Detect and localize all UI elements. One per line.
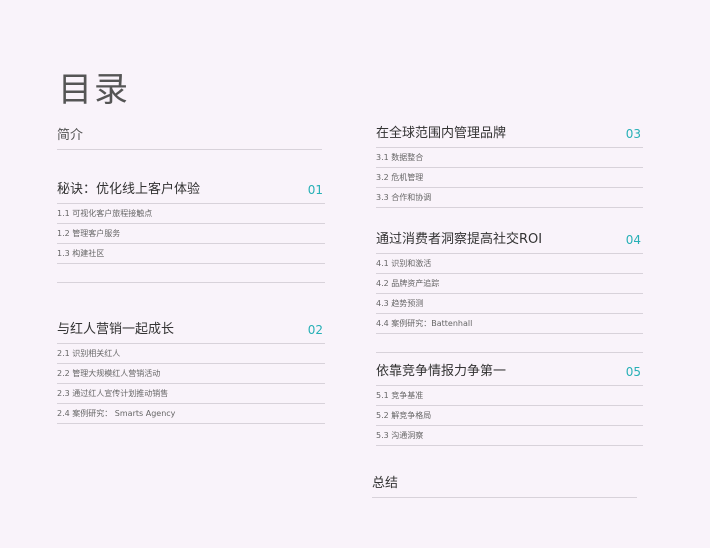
section-title: 通过消费者洞察提高社交ROI xyxy=(376,232,543,247)
toc-item[interactable]: 4.3 趋势预测 xyxy=(376,294,643,314)
toc-item[interactable]: 4.2 品牌资产追踪 xyxy=(376,274,643,294)
toc-item[interactable]: 1.1 可视化客户旅程接触点 xyxy=(57,204,325,224)
toc-item[interactable]: 5.2 解竞争格局 xyxy=(376,406,643,426)
toc-intro-title: 简介 xyxy=(57,128,84,143)
toc-item[interactable]: 4.1 识别和激活 xyxy=(376,254,643,274)
section-title: 秘诀：优化线上客户体验 xyxy=(57,182,201,197)
toc-summary[interactable]: 总结 xyxy=(372,472,637,498)
toc-item[interactable]: 3.3 合作和协调 xyxy=(376,188,643,208)
toc-section-03[interactable]: 在全球范围内管理品牌 03 3.1 数据整合 3.2 危机管理 3.3 合作和协… xyxy=(376,122,643,208)
toc-intro[interactable]: 简介 xyxy=(57,124,322,150)
page-title: 目录 xyxy=(58,70,130,110)
divider xyxy=(376,334,643,353)
divider xyxy=(57,264,325,283)
section-number: 05 xyxy=(625,365,641,379)
section-title: 依靠竞争情报力争第一 xyxy=(376,364,507,379)
section-title: 在全球范围内管理品牌 xyxy=(376,126,507,141)
section-number: 01 xyxy=(307,183,323,197)
toc-item[interactable]: 1.2 管理客户服务 xyxy=(57,224,325,244)
toc-item[interactable]: 4.4 案例研究：Battenhall xyxy=(376,314,643,334)
toc-item[interactable]: 2.4 案例研究： Smarts Agency xyxy=(57,404,325,424)
toc-item[interactable]: 2.2 管理大规模红人营销活动 xyxy=(57,364,325,384)
toc-item[interactable]: 3.1 数据整合 xyxy=(376,148,643,168)
section-number: 03 xyxy=(625,127,641,141)
toc-item[interactable]: 5.1 竞争基准 xyxy=(376,386,643,406)
section-title: 与红人营销一起成长 xyxy=(57,322,175,337)
section-number: 04 xyxy=(625,233,641,247)
toc-item[interactable]: 5.3 沟通洞察 xyxy=(376,426,643,446)
toc-item[interactable]: 2.3 通过红人宣传计划推动销售 xyxy=(57,384,325,404)
toc-item[interactable]: 2.1 识别相关红人 xyxy=(57,344,325,364)
toc-section-05[interactable]: 依靠竞争情报力争第一 05 5.1 竞争基准 5.2 解竞争格局 5.3 沟通洞… xyxy=(376,360,643,446)
toc-section-01[interactable]: 秘诀：优化线上客户体验 01 1.1 可视化客户旅程接触点 1.2 管理客户服务… xyxy=(57,178,325,283)
summary-title: 总结 xyxy=(372,476,399,491)
toc-section-04[interactable]: 通过消费者洞察提高社交ROI 04 4.1 识别和激活 4.2 品牌资产追踪 4… xyxy=(376,228,643,353)
toc-item[interactable]: 1.3 构建社区 xyxy=(57,244,325,264)
section-number: 02 xyxy=(307,323,323,337)
toc-item[interactable]: 3.2 危机管理 xyxy=(376,168,643,188)
toc-section-02[interactable]: 与红人营销一起成长 02 2.1 识别相关红人 2.2 管理大规模红人营销活动 … xyxy=(57,318,325,424)
